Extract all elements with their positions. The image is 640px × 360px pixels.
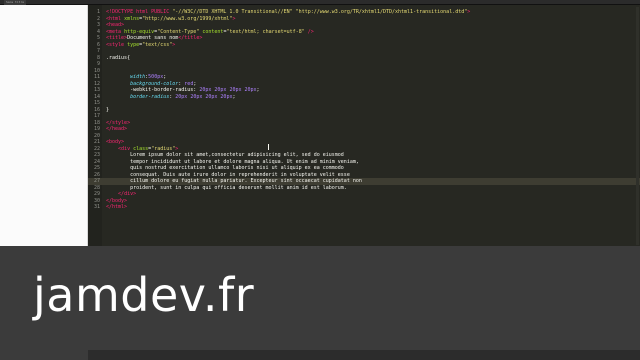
code-token: > <box>232 15 236 22</box>
code-text: consequat. Duis aute irure dolor in repr… <box>106 172 350 178</box>
code-token: </head> <box>106 126 128 132</box>
code-token: -webkit-border-radius: <box>130 87 200 93</box>
code-token: 500px <box>148 74 164 80</box>
code-text: </body> <box>106 198 127 204</box>
code-text: -webkit-border-radius: 20px 20px 20px 20… <box>106 87 260 93</box>
code-token: "Content-Type" <box>157 28 200 35</box>
code-text: <html xmlns="http://www.w3.org/1999/xhtm… <box>106 16 235 22</box>
line-number: 31 <box>93 204 100 210</box>
code-text: <head> <box>106 22 124 28</box>
code-token: 20px 20px 20px 20px <box>199 87 257 93</box>
text-cursor <box>268 144 269 150</box>
code-text: <meta http-equiv="Content-Type" content=… <box>106 29 314 35</box>
code-token: Lorem ipsum dolor sit amet,consectetur a… <box>106 152 344 158</box>
code-token: > <box>467 9 471 15</box>
code-token: consequat. Duis aute irure dolor in repr… <box>106 171 350 178</box>
code-text: .radius{ <box>106 55 130 61</box>
code-token: ; <box>232 93 236 100</box>
code-token: "http://www.w3.org/TR/xhtml1/DTD/xhtml1-… <box>295 9 468 15</box>
code-text: quis nostrud exercitation ullamco labori… <box>106 165 344 171</box>
code-token: <style <box>106 41 128 48</box>
code-token: .radius{ <box>106 54 131 61</box>
code-token: </title> <box>178 35 203 41</box>
code-token: tempor incididunt ut labore et dolore ma… <box>106 158 359 165</box>
code-text: </html> <box>106 204 127 210</box>
code-token: </body> <box>106 197 128 204</box>
code-token: <!DOCTYPE html PUBLIC <box>106 9 173 15</box>
code-text: </style> <box>106 120 130 126</box>
code-text: <title>Document sans nom</title> <box>106 35 202 41</box>
code-text: width:500px; <box>106 74 166 80</box>
code-token: proident, sunt in culpa qui officia dese… <box>106 184 347 191</box>
code-token: content <box>202 28 224 35</box>
code-token: "radius" <box>151 145 176 152</box>
code-token: ; <box>256 87 260 93</box>
code-text: tempor incididunt ut labore et dolore ma… <box>106 159 359 165</box>
code-editor[interactable]: 1 <!DOCTYPE html PUBLIC "-//W3C//DTD XHTM… <box>88 5 640 246</box>
code-text: Lorem ipsum dolor sit amet,consectetur a… <box>106 152 344 158</box>
code-token: background-color <box>130 80 179 87</box>
code-token: red <box>184 80 194 87</box>
code-token: 20px 20px 20px 20px <box>175 93 233 100</box>
code-lines[interactable]: 1 <!DOCTYPE html PUBLIC "-//W3C//DTD XHTM… <box>88 9 640 211</box>
code-token: ; <box>193 80 197 87</box>
code-token: <html <box>106 15 125 22</box>
vertical-scrollbar[interactable] <box>636 7 639 245</box>
code-token: > <box>172 41 176 48</box>
code-token: </style> <box>106 119 131 126</box>
sidebar-panel <box>0 5 88 246</box>
status-strip <box>88 350 640 360</box>
code-text: </div> <box>106 191 136 197</box>
code-text: <style type="text/css"> <box>106 42 175 48</box>
code-text: proident, sunt in culpa qui officia dese… <box>106 185 347 191</box>
code-text: <div class="radius"> <box>106 146 178 152</box>
code-token: border-radius <box>130 93 170 100</box>
code-text: </head> <box>106 126 127 132</box>
code-token: "http://www.w3.org/1999/xhtml" <box>142 15 233 22</box>
code-token: type <box>127 41 140 48</box>
code-text: } <box>106 107 109 113</box>
code-token: </div> <box>118 191 137 197</box>
code-line[interactable]: 31 </html> <box>88 204 640 211</box>
code-token: <meta <box>106 28 125 35</box>
code-token: class <box>133 145 149 152</box>
code-token: <title> <box>106 35 128 41</box>
watermark-area: jamdev.fr <box>0 246 640 360</box>
code-token: "-//W3C//DTD XHTML 1.0 Transitional//EN" <box>172 9 293 15</box>
code-token: /> <box>307 28 314 35</box>
code-text: background-color: red; <box>106 81 196 87</box>
code-text: <!DOCTYPE html PUBLIC "-//W3C//DTD XHTML… <box>106 9 470 15</box>
code-token: width <box>130 74 146 80</box>
code-token: "text/css" <box>142 41 173 48</box>
code-token: quis nostrud exercitation ullamco labori… <box>106 165 344 171</box>
code-token: <body> <box>106 139 125 145</box>
code-token: "text/html; charset=utf-8" <box>226 28 305 35</box>
code-token: <div <box>118 145 134 152</box>
code-token: Document sans nom <box>127 35 179 41</box>
code-token: > <box>175 145 179 152</box>
code-token: cillum dolore eu fugiat nulla pariatur. … <box>106 178 362 184</box>
code-token: </html> <box>106 204 128 210</box>
code-token: <head> <box>106 22 125 28</box>
code-text: border-radius: 20px 20px 20px 20px; <box>106 94 235 100</box>
watermark-text: jamdev.fr <box>33 268 255 322</box>
code-text: cillum dolore eu fugiat nulla pariatur. … <box>106 178 362 184</box>
code-token: } <box>106 106 110 113</box>
code-token: xmlns <box>124 15 140 22</box>
code-token: http-equiv <box>124 28 155 35</box>
code-token: ; <box>163 74 167 80</box>
code-text: <body> <box>106 139 124 145</box>
